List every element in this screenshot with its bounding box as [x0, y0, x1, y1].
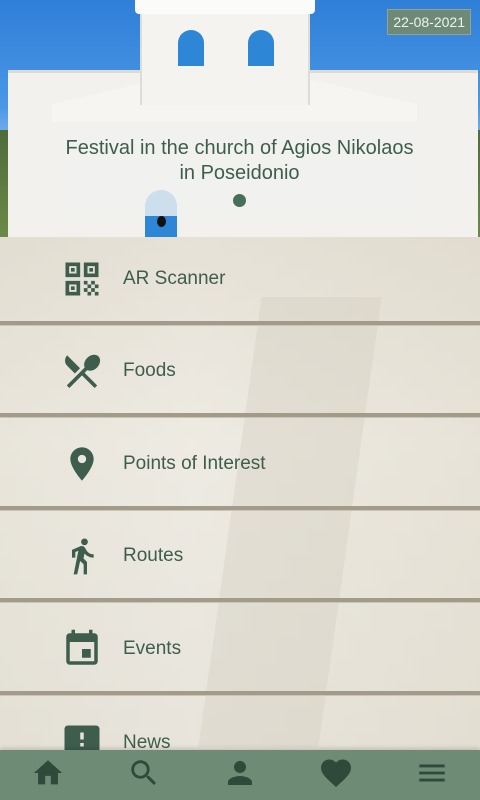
menu-item-label: Events — [123, 638, 182, 659]
menu-icon — [415, 756, 449, 795]
menu-item-label: AR Scanner — [123, 268, 226, 289]
calendar-icon — [60, 627, 104, 671]
menu-item-foods[interactable]: Foods — [0, 329, 480, 417]
menu-item-points-of-interest[interactable]: Points of Interest — [0, 422, 480, 510]
menu-item-label: News — [123, 732, 171, 750]
location-pin-icon — [60, 442, 104, 486]
qr-code-icon — [60, 257, 104, 301]
walking-person-icon — [60, 534, 104, 578]
menu-item-news[interactable]: News — [0, 699, 480, 750]
menu-item-routes[interactable]: Routes — [0, 514, 480, 602]
nav-profile-button[interactable] — [216, 751, 264, 799]
nav-home-button[interactable] — [24, 751, 72, 799]
nav-menu-button[interactable] — [408, 751, 456, 799]
hero-banner[interactable]: 22-08-2021 Festival in the church of Agi… — [0, 0, 480, 237]
carousel-indicator[interactable] — [233, 194, 246, 207]
search-icon — [127, 756, 161, 795]
nav-favorites-button[interactable] — [312, 751, 360, 799]
menu-item-events[interactable]: Events — [0, 607, 480, 695]
bell-tower — [140, 0, 310, 105]
bell-tower-top — [135, 0, 315, 14]
fork-knife-icon — [60, 349, 104, 393]
home-icon — [31, 756, 65, 795]
hero-title: Festival in the church of Agios Nikolaos… — [65, 137, 414, 184]
menu-item-label: Routes — [123, 545, 184, 566]
main-menu: AR Scanner Foods Points of Interest Rout… — [0, 237, 480, 750]
tower-window — [248, 30, 274, 66]
profile-icon — [222, 755, 258, 796]
favorites-icon — [318, 755, 354, 796]
news-icon — [60, 721, 104, 750]
menu-item-label: Points of Interest — [123, 453, 266, 474]
tower-window — [178, 30, 204, 66]
hero-caption[interactable]: Festival in the church of Agios Nikolaos… — [60, 128, 419, 216]
menu-item-label: Foods — [123, 360, 176, 381]
bottom-navigation — [0, 750, 480, 800]
date-badge: 22-08-2021 — [387, 9, 471, 35]
menu-item-ar-scanner[interactable]: AR Scanner — [0, 237, 480, 325]
nav-search-button[interactable] — [120, 751, 168, 799]
